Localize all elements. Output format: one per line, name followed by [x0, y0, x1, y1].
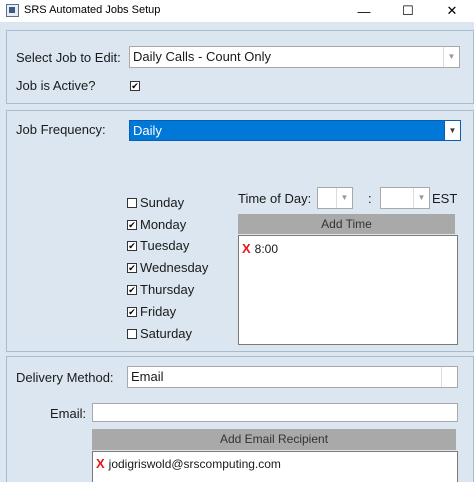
day-checkbox[interactable]: ✔ — [127, 285, 137, 295]
time-list: X 8:00 — [238, 235, 458, 345]
list-item[interactable]: Xjodigriswold@srscomputing.com — [96, 456, 281, 471]
day-label: Wednesday — [140, 260, 209, 275]
maximize-button[interactable]: ☐ — [386, 0, 430, 22]
remove-icon[interactable]: X — [242, 241, 251, 256]
email-label: Email: — [50, 406, 87, 421]
chevron-down-icon[interactable]: ▼ — [413, 188, 429, 208]
delivery-method-dropdown[interactable]: Email — [127, 366, 458, 388]
delivery-method-label: Delivery Method: — [16, 370, 114, 385]
window-title: SRS Automated Jobs Setup — [24, 4, 161, 16]
day-checkbox[interactable]: ✔ — [127, 241, 137, 251]
day-label: Tuesday — [140, 238, 190, 253]
add-email-recipient-button[interactable]: Add Email Recipient — [92, 429, 456, 450]
job-select-dropdown[interactable]: Daily Calls - Count Only ▼ — [129, 46, 460, 68]
chevron-down-icon[interactable]: ▼ — [444, 121, 460, 140]
day-label: Thursday — [140, 282, 195, 297]
day-label: Friday — [140, 304, 177, 319]
time-of-day-label: Time of Day: — [238, 191, 312, 206]
day-checkbox[interactable]: ✔ — [127, 220, 137, 230]
day-checkbox[interactable] — [127, 198, 137, 208]
delivery-method-value: Email — [131, 369, 164, 384]
add-time-button[interactable]: Add Time — [238, 214, 455, 234]
remove-icon[interactable]: X — [96, 456, 105, 471]
day-checkbox[interactable] — [127, 329, 137, 339]
chevron-down-icon[interactable]: ▼ — [443, 47, 459, 67]
job-frequency-label: Job Frequency: — [16, 122, 106, 137]
time-entry: 8:00 — [254, 242, 279, 256]
day-checkbox[interactable]: ✔ — [127, 263, 137, 273]
close-button[interactable]: ✕ — [430, 0, 474, 22]
job-frequency-value: Daily — [133, 123, 162, 138]
job-frequency-dropdown[interactable]: Daily ▼ — [129, 120, 461, 141]
job-frequency-panel: Job Frequency: Daily ▼ Sunday ✔ Monday ✔… — [6, 110, 474, 352]
job-active-label: Job is Active? — [16, 78, 96, 93]
list-item[interactable]: X 8:00 — [242, 241, 278, 256]
app-icon — [6, 4, 19, 17]
title-bar: SRS Automated Jobs Setup — ☐ ✕ — [0, 0, 474, 22]
recipient-email: jodigriswold@srscomputing.com — [108, 457, 281, 471]
job-select-value: Daily Calls - Count Only — [133, 49, 271, 64]
job-select-panel: Select Job to Edit: Daily Calls - Count … — [6, 30, 474, 104]
select-job-label: Select Job to Edit: — [16, 50, 121, 65]
recipient-list: Xjodigriswold@srscomputing.com — [92, 451, 458, 482]
minimize-button[interactable]: — — [342, 0, 386, 22]
day-label: Saturday — [140, 326, 193, 341]
day-label: Monday — [140, 217, 187, 232]
email-field[interactable] — [92, 403, 458, 422]
timezone-label: EST — [432, 191, 458, 206]
day-checkbox[interactable]: ✔ — [127, 307, 137, 317]
minute-dropdown[interactable]: ▼ — [380, 187, 430, 209]
job-active-checkbox[interactable]: ✔ — [130, 81, 140, 91]
chevron-down-icon[interactable]: ▼ — [336, 188, 352, 208]
hour-dropdown[interactable]: ▼ — [317, 187, 353, 209]
chevron-down-icon[interactable] — [441, 367, 457, 387]
day-label: Sunday — [140, 195, 185, 210]
time-separator: : — [368, 191, 372, 206]
delivery-panel: Delivery Method: Email Email: Add Email … — [6, 356, 474, 482]
